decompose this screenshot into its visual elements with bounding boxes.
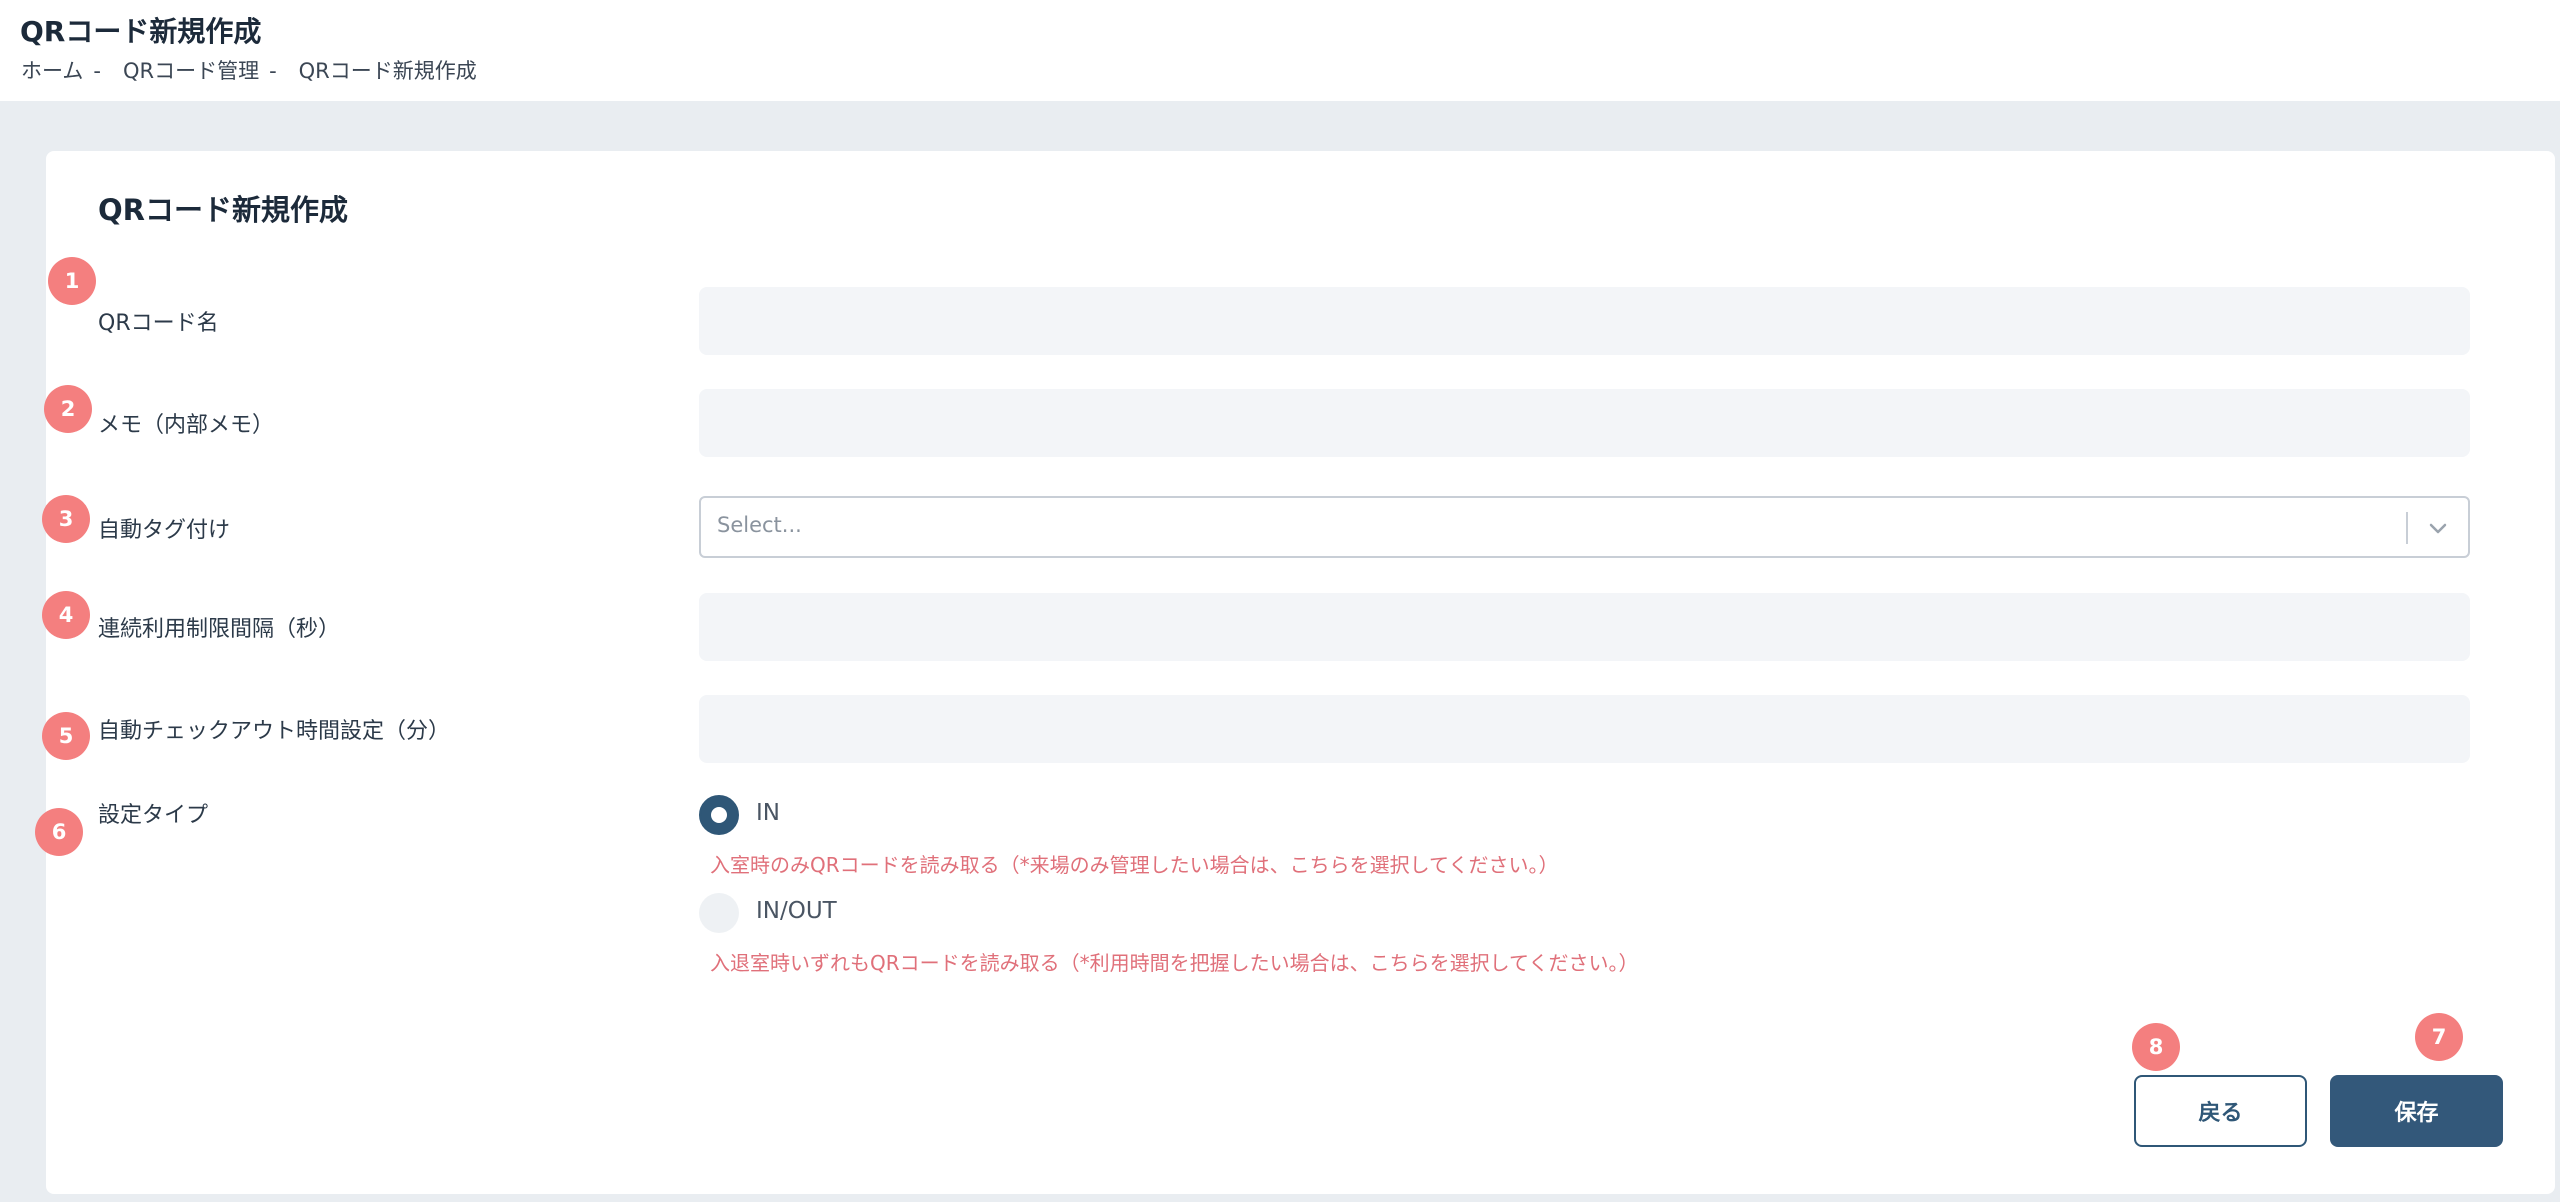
- auto-tag-select[interactable]: Select...: [699, 496, 2470, 558]
- breadcrumb-home[interactable]: ホーム: [21, 59, 83, 83]
- auto-checkout-input[interactable]: [699, 695, 2470, 763]
- memo-input[interactable]: [699, 389, 2470, 457]
- auto-tag-placeholder: Select...: [717, 513, 802, 537]
- step-badge-4: 4: [42, 591, 90, 639]
- qr-name-input[interactable]: [699, 287, 2470, 355]
- form-title: QRコード新規作成: [98, 193, 348, 227]
- select-divider: [2406, 512, 2408, 544]
- radio-in-label[interactable]: IN: [756, 800, 780, 826]
- back-button[interactable]: 戻る: [2134, 1075, 2307, 1147]
- step-badge-1: 1: [48, 257, 96, 305]
- auto-checkout-label: 自動チェックアウト時間設定（分）: [98, 719, 451, 744]
- step-badge-7: 7: [2415, 1013, 2463, 1061]
- breadcrumb-separator: -: [93, 59, 101, 83]
- breadcrumb-current: QRコード新規作成: [298, 59, 477, 83]
- radio-in-hint: 入室時のみQRコードを読み取る（*来場のみ管理したい場合は、こちらを選択してくだ…: [710, 853, 1559, 877]
- breadcrumb: ホーム - QRコード管理 - QRコード新規作成: [21, 55, 477, 85]
- qr-name-label: QRコード名: [98, 311, 219, 336]
- save-button[interactable]: 保存: [2330, 1075, 2503, 1147]
- step-badge-3: 3: [42, 495, 90, 543]
- step-badge-5: 5: [42, 712, 90, 760]
- step-badge-6: 6: [35, 808, 83, 856]
- step-badge-8: 8: [2132, 1023, 2180, 1071]
- radio-in-out-hint: 入退室時いずれもQRコードを読み取る（*利用時間を把握したい場合は、こちらを選択…: [710, 951, 1639, 975]
- breadcrumb-qr-management[interactable]: QRコード管理: [123, 59, 259, 83]
- page-title: QRコード新規作成: [20, 15, 262, 48]
- page-header: QRコード新規作成 ホーム - QRコード管理 - QRコード新規作成: [0, 0, 2560, 101]
- radio-in-out-label[interactable]: IN/OUT: [756, 898, 837, 924]
- auto-tag-label: 自動タグ付け: [98, 518, 231, 543]
- interval-label: 連続利用制限間隔（秒）: [98, 617, 341, 642]
- breadcrumb-separator: -: [269, 59, 277, 83]
- radio-in-out[interactable]: [699, 893, 739, 933]
- form-card: QRコード新規作成 1 QRコード名 2 メモ（内部メモ） 3 自動タグ付け S…: [35, 151, 2555, 1194]
- interval-input[interactable]: [699, 593, 2470, 661]
- chevron-down-icon[interactable]: [2426, 516, 2450, 540]
- radio-in[interactable]: [699, 795, 739, 835]
- memo-label: メモ（内部メモ）: [98, 413, 275, 438]
- step-badge-2: 2: [44, 385, 92, 433]
- type-label: 設定タイプ: [98, 803, 209, 828]
